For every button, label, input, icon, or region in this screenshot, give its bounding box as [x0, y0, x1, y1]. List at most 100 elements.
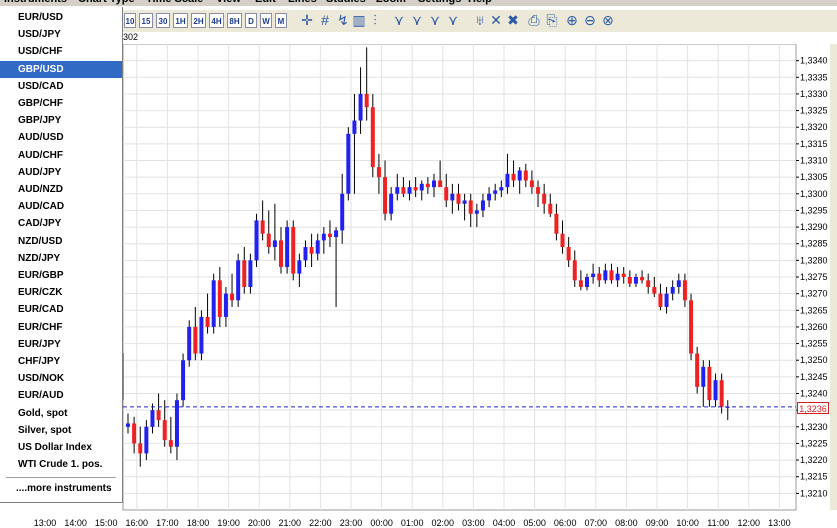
timeframe-30-button[interactable]: 30: [156, 13, 170, 28]
y-tick-label: 1,3335: [800, 72, 828, 82]
instrument-us-dollar-index[interactable]: US Dollar Index: [0, 439, 122, 456]
candle-body: [640, 277, 645, 281]
timeframe-4h-button[interactable]: 4H: [209, 13, 224, 28]
more-instruments-link[interactable]: ....more instruments: [0, 480, 122, 497]
fib-icon[interactable]: ⋎: [426, 11, 444, 29]
candles-icon[interactable]: ⫶: [366, 11, 384, 29]
candle-body: [370, 107, 375, 168]
candle-body: [707, 366, 712, 401]
y-tick-label: 1,3295: [800, 205, 828, 215]
instrument-wti-crude-1-pos[interactable]: WTI Crude 1. pos.: [0, 456, 122, 473]
crosshair-icon[interactable]: ✛: [298, 11, 316, 29]
instrument-usd-cad[interactable]: USD/CAD: [0, 78, 122, 95]
candle-body: [260, 220, 265, 234]
candle-body: [719, 380, 724, 407]
instrument-nzd-usd[interactable]: NZD/USD: [0, 233, 122, 250]
fan-icon[interactable]: ⋎: [408, 11, 426, 29]
zoom-out-icon[interactable]: ⊖: [581, 11, 599, 29]
line-tool-icon[interactable]: ⋎: [390, 11, 408, 29]
candle-body: [603, 270, 608, 281]
instrument-aud-nzd[interactable]: AUD/NZD: [0, 181, 122, 198]
print-icon[interactable]: ⎙: [525, 11, 543, 29]
candle-body: [395, 187, 400, 194]
x-tick-label: 07:00: [585, 518, 608, 528]
candle-body: [340, 193, 345, 231]
timeframe-w-button[interactable]: W: [260, 13, 272, 28]
timeframe-1h-button[interactable]: 1H: [173, 13, 188, 28]
candle-body: [279, 240, 283, 268]
y-tick-label: 1,3285: [800, 239, 828, 249]
instrument-cad-jpy[interactable]: CAD/JPY: [0, 215, 122, 232]
candle-body: [401, 187, 406, 194]
instrument-aud-usd[interactable]: AUD/USD: [0, 129, 122, 146]
instrument-aud-chf[interactable]: AUD/CHF: [0, 147, 122, 164]
instrument-usd-nok[interactable]: USD/NOK: [0, 370, 122, 387]
hash-icon[interactable]: #: [316, 11, 334, 29]
clear-icon[interactable]: ✖: [504, 11, 522, 29]
zoom-in-icon[interactable]: ⊕: [563, 11, 581, 29]
timeframe-m-button[interactable]: M: [275, 13, 287, 28]
timeframe-8h-button[interactable]: 8H: [227, 13, 242, 28]
candle-body: [358, 93, 363, 121]
candle-body: [456, 193, 461, 204]
y-tick-label: 1,3325: [800, 106, 828, 116]
y-tick-label: 1,3225: [800, 438, 828, 448]
grid-icon[interactable]: ⋎: [444, 11, 462, 29]
instrument-gbp-usd[interactable]: GBP/USD: [0, 60, 122, 78]
candle-body: [364, 93, 369, 108]
candle-body: [444, 187, 449, 201]
instrument-silver-spot[interactable]: Silver, spot: [0, 422, 122, 439]
candle-body: [413, 187, 418, 191]
x-tick-label: 16:00: [126, 518, 149, 528]
candle-body: [633, 277, 638, 284]
zoom-reset-icon[interactable]: ⊗: [599, 11, 617, 29]
candle-body: [199, 316, 204, 354]
candle-body: [138, 443, 143, 454]
instrument-gbp-chf[interactable]: GBP/CHF: [0, 95, 122, 112]
instrument-eur-gbp[interactable]: EUR/GBP: [0, 267, 122, 284]
timeframe-15-button[interactable]: 15: [139, 13, 153, 28]
instrument-aud-jpy[interactable]: AUD/JPY: [0, 164, 122, 181]
chart-info-row: 302: [123, 32, 837, 44]
instrument-aud-cad[interactable]: AUD/CAD: [0, 198, 122, 215]
candle-body: [499, 187, 504, 191]
instrument-usd-jpy[interactable]: USD/JPY: [0, 26, 122, 43]
instrument-eur-usd[interactable]: EUR/USD: [0, 9, 122, 26]
x-tick-label: 18:00: [187, 518, 210, 528]
candle-body: [309, 247, 314, 254]
y-tick-label: 1,3240: [800, 389, 828, 399]
instrument-gbp-jpy[interactable]: GBP/JPY: [0, 112, 122, 129]
timeframe-d-button[interactable]: D: [245, 13, 257, 28]
instrument-nzd-jpy[interactable]: NZD/JPY: [0, 250, 122, 267]
timeframe-10-button[interactable]: 10: [124, 13, 136, 28]
candle-body: [536, 187, 541, 194]
instrument-eur-jpy[interactable]: EUR/JPY: [0, 336, 122, 353]
candle-body: [254, 220, 259, 261]
instrument-eur-aud[interactable]: EUR/AUD: [0, 387, 122, 404]
timeframe-2h-button[interactable]: 2H: [191, 13, 206, 28]
instrument-eur-chf[interactable]: EUR/CHF: [0, 319, 122, 336]
y-tick-label: 1,3315: [800, 139, 828, 149]
instrument-eur-cad[interactable]: EUR/CAD: [0, 301, 122, 318]
instrument-usd-chf[interactable]: USD/CHF: [0, 43, 122, 60]
candle-body: [272, 240, 277, 248]
copy-icon[interactable]: ⎘: [543, 11, 561, 29]
candle-body: [150, 410, 155, 427]
vertical-scrollbar[interactable]: [830, 40, 837, 510]
candle-body: [652, 286, 657, 294]
candle-body: [487, 193, 492, 201]
candle: [254, 213, 259, 268]
candle-body: [193, 326, 198, 354]
y-tick-label: 1,3230: [800, 422, 828, 432]
x-tick-label: 06:00: [554, 518, 577, 528]
candle-body: [450, 193, 455, 201]
price-chart[interactable]: 1,32101,32151,32201,32251,32301,32351,32…: [0, 0, 837, 528]
time-axis: 13:00 14:00 15:00 16:00 17:00 18:00 19:00 20:00…: [34, 518, 791, 528]
delete-icon[interactable]: ✕: [487, 11, 505, 29]
candle-body: [321, 233, 326, 241]
instrument-chf-jpy[interactable]: CHF/JPY: [0, 353, 122, 370]
instrument-gold-spot[interactable]: Gold, spot: [0, 405, 122, 422]
candle-body: [474, 210, 479, 214]
instrument-eur-czk[interactable]: EUR/CZK: [0, 284, 122, 301]
candle-body: [462, 200, 467, 204]
